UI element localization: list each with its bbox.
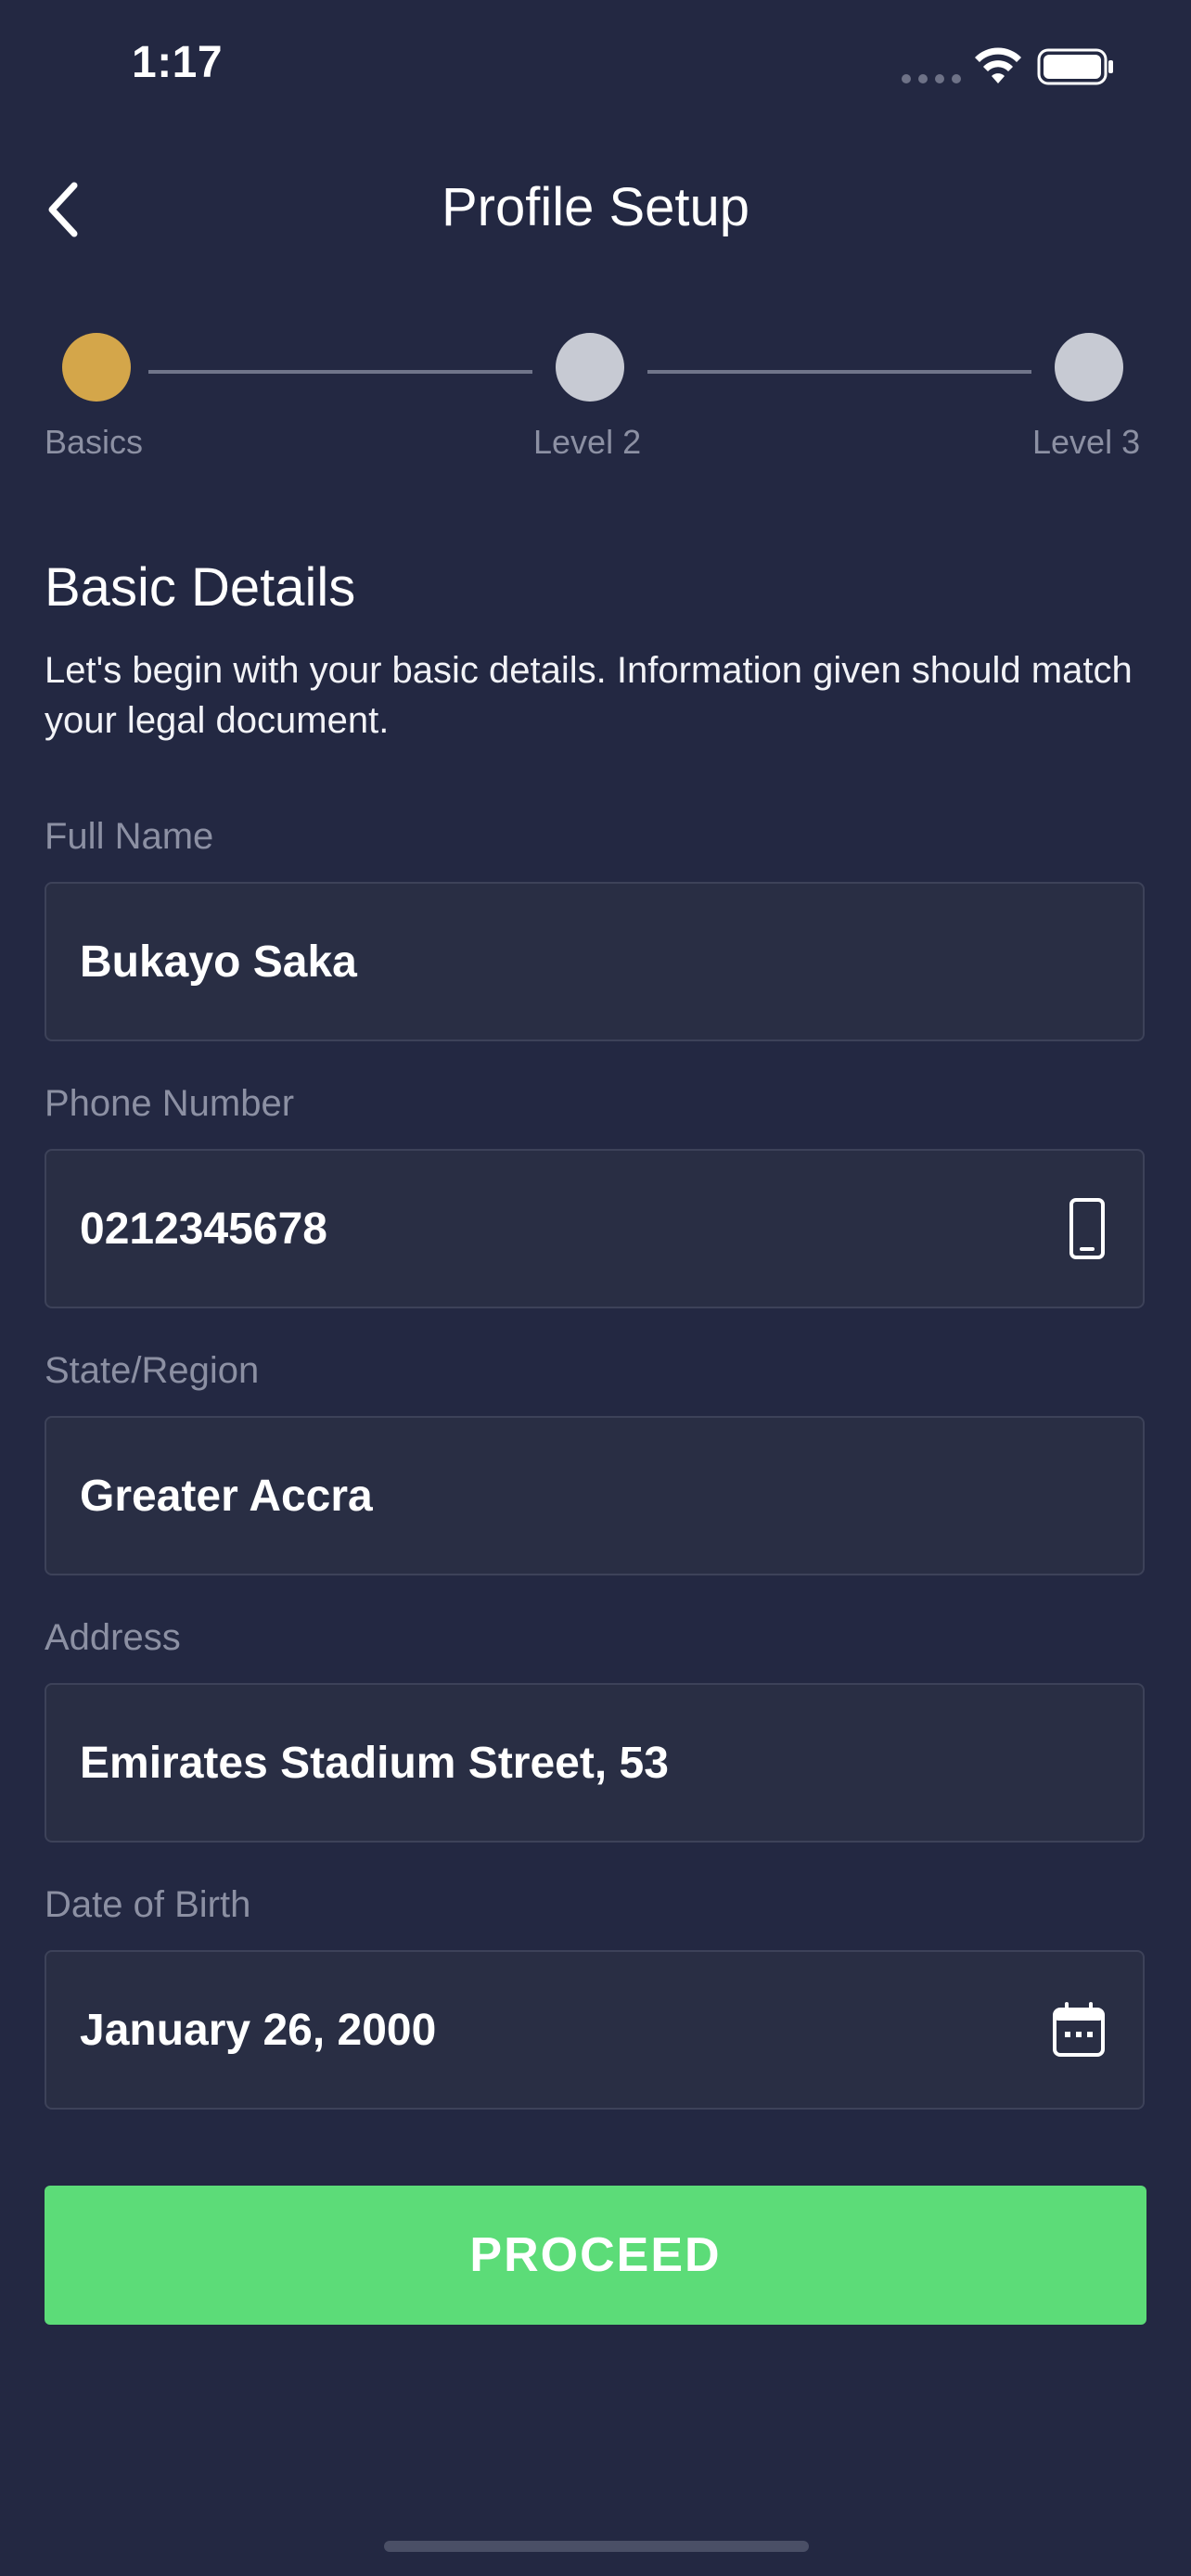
dob-label: Date of Birth — [45, 1884, 251, 1925]
dob-value: January 26, 2000 — [80, 2005, 437, 2055]
section-title: Basic Details — [45, 557, 356, 618]
status-time: 1:17 — [132, 38, 224, 87]
proceed-button[interactable]: PROCEED — [45, 2186, 1146, 2325]
address-field[interactable]: Emirates Stadium Street, 53 — [45, 1683, 1145, 1843]
step-dot-basics — [62, 333, 131, 402]
region-field[interactable]: Greater Accra — [45, 1416, 1145, 1575]
dob-field[interactable]: January 26, 2000 — [45, 1950, 1145, 2110]
full-name-value: Bukayo Saka — [80, 937, 357, 987]
full-name-label: Full Name — [45, 816, 214, 857]
step-label-level-3: Level 3 — [1032, 423, 1141, 461]
region-value: Greater Accra — [80, 1471, 373, 1521]
address-label: Address — [45, 1617, 181, 1658]
step-label-level-2: Level 2 — [533, 423, 642, 461]
home-indicator[interactable] — [384, 2541, 809, 2552]
step-connector — [148, 370, 532, 374]
wifi-icon — [972, 46, 1024, 92]
step-connector — [647, 370, 1031, 374]
phone-number-label: Phone Number — [45, 1083, 295, 1124]
phone-number-field[interactable]: 0212345678 — [45, 1149, 1145, 1308]
region-label: State/Region — [45, 1350, 260, 1391]
step-dot-level-2 — [556, 333, 624, 402]
address-value: Emirates Stadium Street, 53 — [80, 1738, 669, 1788]
cellular-signal-icon — [902, 74, 961, 83]
step-label-basics: Basics — [45, 423, 144, 461]
phone-number-value: 0212345678 — [80, 1204, 327, 1254]
battery-icon — [1037, 46, 1115, 92]
mobile-phone-icon — [1069, 1151, 1106, 1307]
page-title: Profile Setup — [441, 177, 750, 237]
section-description: Let's begin with your basic details. Inf… — [45, 650, 1133, 741]
calendar-icon[interactable] — [1052, 1952, 1106, 2108]
step-dot-level-3 — [1055, 333, 1123, 402]
full-name-field[interactable]: Bukayo Saka — [45, 882, 1145, 1041]
